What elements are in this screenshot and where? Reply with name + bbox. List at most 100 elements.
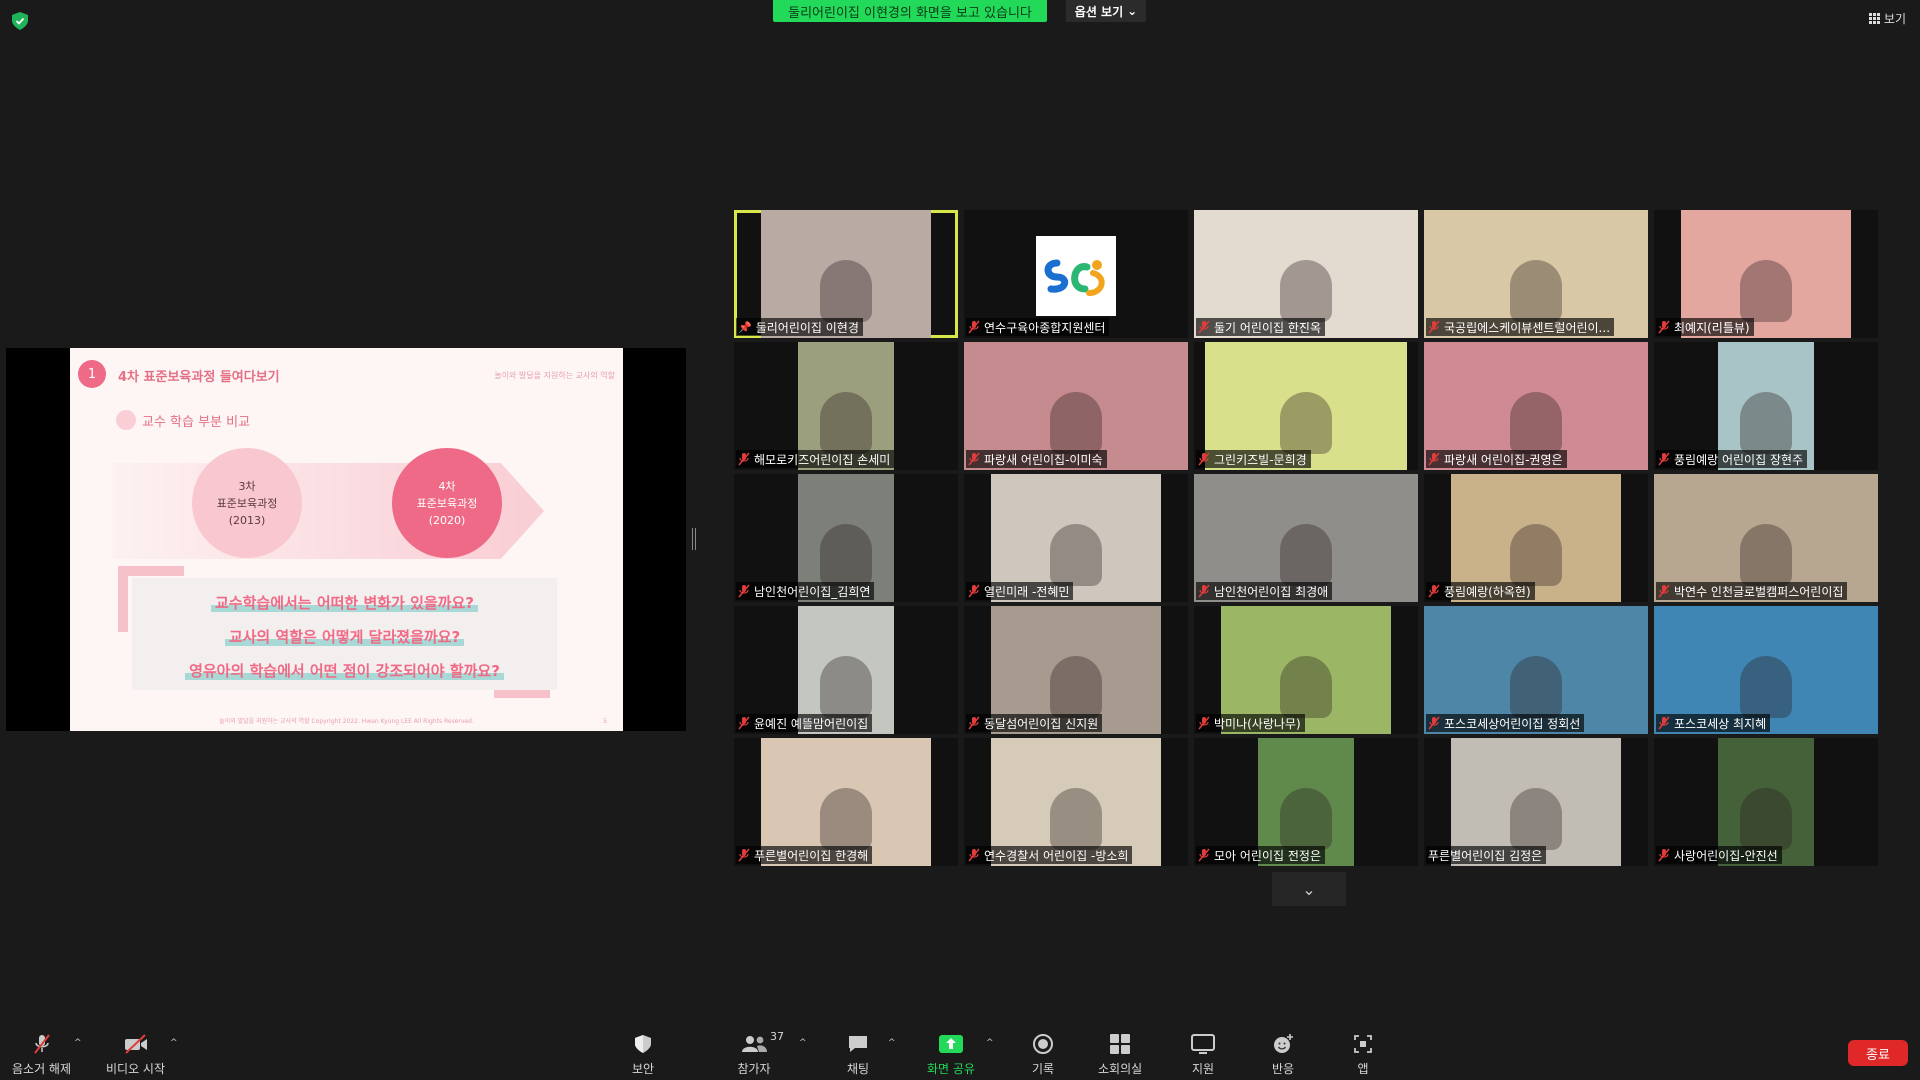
security-button[interactable]: 보안 bbox=[630, 1032, 656, 1077]
chat-bubble-icon bbox=[845, 1032, 871, 1056]
apps-label: 앱 bbox=[1357, 1062, 1369, 1076]
participant-tile[interactable]: 그린키즈빌-문희경 bbox=[1194, 342, 1418, 470]
circle-a-line: (2013) bbox=[228, 513, 266, 527]
participant-silhouette bbox=[820, 656, 872, 718]
participant-name: 풍림예랑 어린이집 장현주 bbox=[1674, 452, 1804, 467]
share-screen-caret[interactable]: ^ bbox=[986, 1038, 994, 1048]
support-button[interactable]: 지원 bbox=[1190, 1032, 1216, 1077]
participant-tile[interactable]: 남인천어린이집_김희연 bbox=[734, 474, 958, 602]
question-line: 교사의 역할은 어떻게 달라졌을까요? bbox=[132, 626, 557, 647]
participant-name: 박미나(사랑나무) bbox=[1214, 716, 1301, 731]
participant-silhouette bbox=[820, 788, 872, 850]
participant-tile[interactable]: 풍림예랑 어린이집 장현주 bbox=[1654, 342, 1878, 470]
participant-tile[interactable]: 연수경찰서 어린이집 -방소희 bbox=[964, 738, 1188, 866]
slide-subheading: 놀이와 발달을 지원하는 교사의 역할 bbox=[494, 371, 615, 380]
participant-name: 푸른별어린이집 한경해 bbox=[754, 848, 869, 863]
view-options-button[interactable]: 옵션 보기 ⌄ bbox=[1066, 0, 1146, 22]
participant-name: 국공립에스케이뷰센트럴어린이... bbox=[1444, 320, 1611, 335]
participant-name-label: 국공립에스케이뷰센트럴어린이... bbox=[1426, 318, 1615, 336]
start-video-button[interactable]: 비디오 시작 bbox=[106, 1032, 165, 1077]
participant-silhouette bbox=[1510, 656, 1562, 718]
participant-tile[interactable]: 최예지(리틀뷰) bbox=[1654, 210, 1878, 338]
participant-tile[interactable]: 파랑새 어린이집-권영은 bbox=[1424, 342, 1648, 470]
security-label: 보안 bbox=[631, 1062, 655, 1076]
share-screen-button[interactable]: 화면 공유 bbox=[927, 1032, 975, 1077]
participant-name-label: 윤예진 예뜰맘어린이집 bbox=[736, 714, 873, 732]
participant-name: 풍림예랑(하옥현) bbox=[1444, 584, 1531, 599]
mic-muted-icon bbox=[1428, 716, 1440, 730]
participant-tile[interactable]: 박미나(사랑나무) bbox=[1194, 606, 1418, 734]
participants-button[interactable]: 37 참가자 bbox=[732, 1030, 784, 1077]
chat-button[interactable]: 채팅 bbox=[845, 1032, 871, 1077]
chat-caret[interactable]: ^ bbox=[888, 1038, 896, 1048]
chevron-down-icon: ⌄ bbox=[1127, 4, 1138, 18]
end-meeting-button[interactable]: 종료 bbox=[1848, 1040, 1908, 1066]
participant-tile[interactable]: 열린미래 -전혜민 bbox=[964, 474, 1188, 602]
mic-muted-icon bbox=[1658, 320, 1670, 334]
participant-name-label: 동달섬어린이집 신지원 bbox=[966, 714, 1103, 732]
participant-silhouette bbox=[1280, 524, 1332, 586]
participant-tile[interactable]: 포스코세상어린이집 정회선 bbox=[1424, 606, 1648, 734]
participant-name: 동달섬어린이집 신지원 bbox=[984, 716, 1099, 731]
participant-name-label: 📌 둘리어린이집 이현경 bbox=[736, 318, 863, 336]
unmute-button[interactable]: 음소거 해제 bbox=[12, 1032, 71, 1077]
participant-name-label: 풍림예랑(하옥현) bbox=[1426, 582, 1535, 600]
participant-name-label: 파랑새 어린이집-권영은 bbox=[1426, 450, 1567, 468]
participant-tile[interactable]: 해모로키즈어린이집 손세미 bbox=[734, 342, 958, 470]
participant-tile[interactable]: 동달섬어린이집 신지원 bbox=[964, 606, 1188, 734]
participant-name-label: 남인천어린이집 최경애 bbox=[1196, 582, 1333, 600]
participant-tile[interactable]: 풍림예랑(하옥현) bbox=[1424, 474, 1648, 602]
mic-muted-icon bbox=[1198, 320, 1210, 334]
record-button[interactable]: 기록 bbox=[1030, 1032, 1056, 1077]
gallery-next-page-button[interactable]: ⌄ bbox=[1272, 872, 1346, 906]
participants-caret[interactable]: ^ bbox=[799, 1038, 807, 1048]
participant-silhouette bbox=[1510, 260, 1562, 322]
participants-label: 참가자 bbox=[737, 1062, 771, 1076]
participant-tile[interactable]: 파랑새 어린이집-이미숙 bbox=[964, 342, 1188, 470]
participant-name: 둘리어린이집 이현경 bbox=[755, 320, 859, 335]
share-screen-icon bbox=[938, 1032, 964, 1056]
shield-check-icon[interactable] bbox=[12, 12, 28, 30]
mic-muted-icon bbox=[1658, 584, 1670, 598]
reactions-label: 반응 bbox=[1271, 1062, 1295, 1076]
participant-silhouette bbox=[1050, 524, 1102, 586]
participant-silhouette bbox=[1280, 788, 1332, 850]
participant-silhouette bbox=[1510, 788, 1562, 850]
participant-tile[interactable]: 푸른별어린이집 한경해 bbox=[734, 738, 958, 866]
participant-name: 연수구육아종합지원센터 bbox=[984, 320, 1106, 335]
participant-tile[interactable]: 포스코세상 최지혜 bbox=[1654, 606, 1878, 734]
participant-name: 해모로키즈어린이집 손세미 bbox=[754, 452, 891, 467]
participant-tile[interactable]: 남인천어린이집 최경애 bbox=[1194, 474, 1418, 602]
view-button[interactable]: 보기 bbox=[1868, 10, 1906, 27]
participant-tile[interactable]: 모아 어린이집 전정은 bbox=[1194, 738, 1418, 866]
participant-tile[interactable]: 📌 둘리어린이집 이현경 bbox=[734, 210, 958, 338]
split-view-divider[interactable] bbox=[692, 528, 696, 550]
participant-name: 사랑어린이집-안진선 bbox=[1674, 848, 1778, 863]
bullet-dot bbox=[116, 410, 136, 430]
video-options-caret[interactable]: ^ bbox=[170, 1038, 178, 1048]
participant-silhouette bbox=[1740, 260, 1792, 322]
slide-title: 4차 표준보육과정 들여다보기 bbox=[118, 370, 280, 385]
participant-tile[interactable]: 윤예진 예뜰맘어린이집 bbox=[734, 606, 958, 734]
participant-tile[interactable]: 사랑어린이집-안진선 bbox=[1654, 738, 1878, 866]
mic-muted-icon bbox=[1428, 584, 1440, 598]
mic-muted-icon bbox=[1658, 716, 1670, 730]
participant-count: 37 bbox=[770, 1030, 784, 1043]
mic-muted-icon bbox=[1428, 452, 1440, 466]
participant-tile[interactable]: 박연수 인천글로벌캠퍼스어린이집 bbox=[1654, 474, 1878, 602]
apps-button[interactable]: 앱 bbox=[1350, 1032, 1376, 1077]
participant-tile[interactable]: 둘기 어린이집 한진옥 bbox=[1194, 210, 1418, 338]
participant-tile[interactable]: 푸른별어린이집 김정은 bbox=[1424, 738, 1648, 866]
start-video-label: 비디오 시작 bbox=[106, 1062, 166, 1076]
breakout-rooms-button[interactable]: 소회의실 bbox=[1098, 1032, 1142, 1077]
participant-silhouette bbox=[820, 392, 872, 454]
curriculum-4th-circle: 4차 표준보육과정 (2020) bbox=[392, 448, 502, 558]
participant-name: 둘기 어린이집 한진옥 bbox=[1214, 320, 1321, 335]
participant-tile[interactable]: 국공립에스케이뷰센트럴어린이... bbox=[1424, 210, 1648, 338]
shared-screen: 1 4차 표준보육과정 들여다보기 놀이와 발달을 지원하는 교사의 역할 교수… bbox=[6, 348, 686, 731]
reactions-button[interactable]: 반응 bbox=[1270, 1032, 1296, 1077]
audio-options-caret[interactable]: ^ bbox=[74, 1038, 82, 1048]
participant-name-label: 연수경찰서 어린이집 -방소희 bbox=[966, 846, 1133, 864]
mic-muted-icon bbox=[738, 848, 750, 862]
participant-tile[interactable]: 연수구육아종합지원센터 bbox=[964, 210, 1188, 338]
